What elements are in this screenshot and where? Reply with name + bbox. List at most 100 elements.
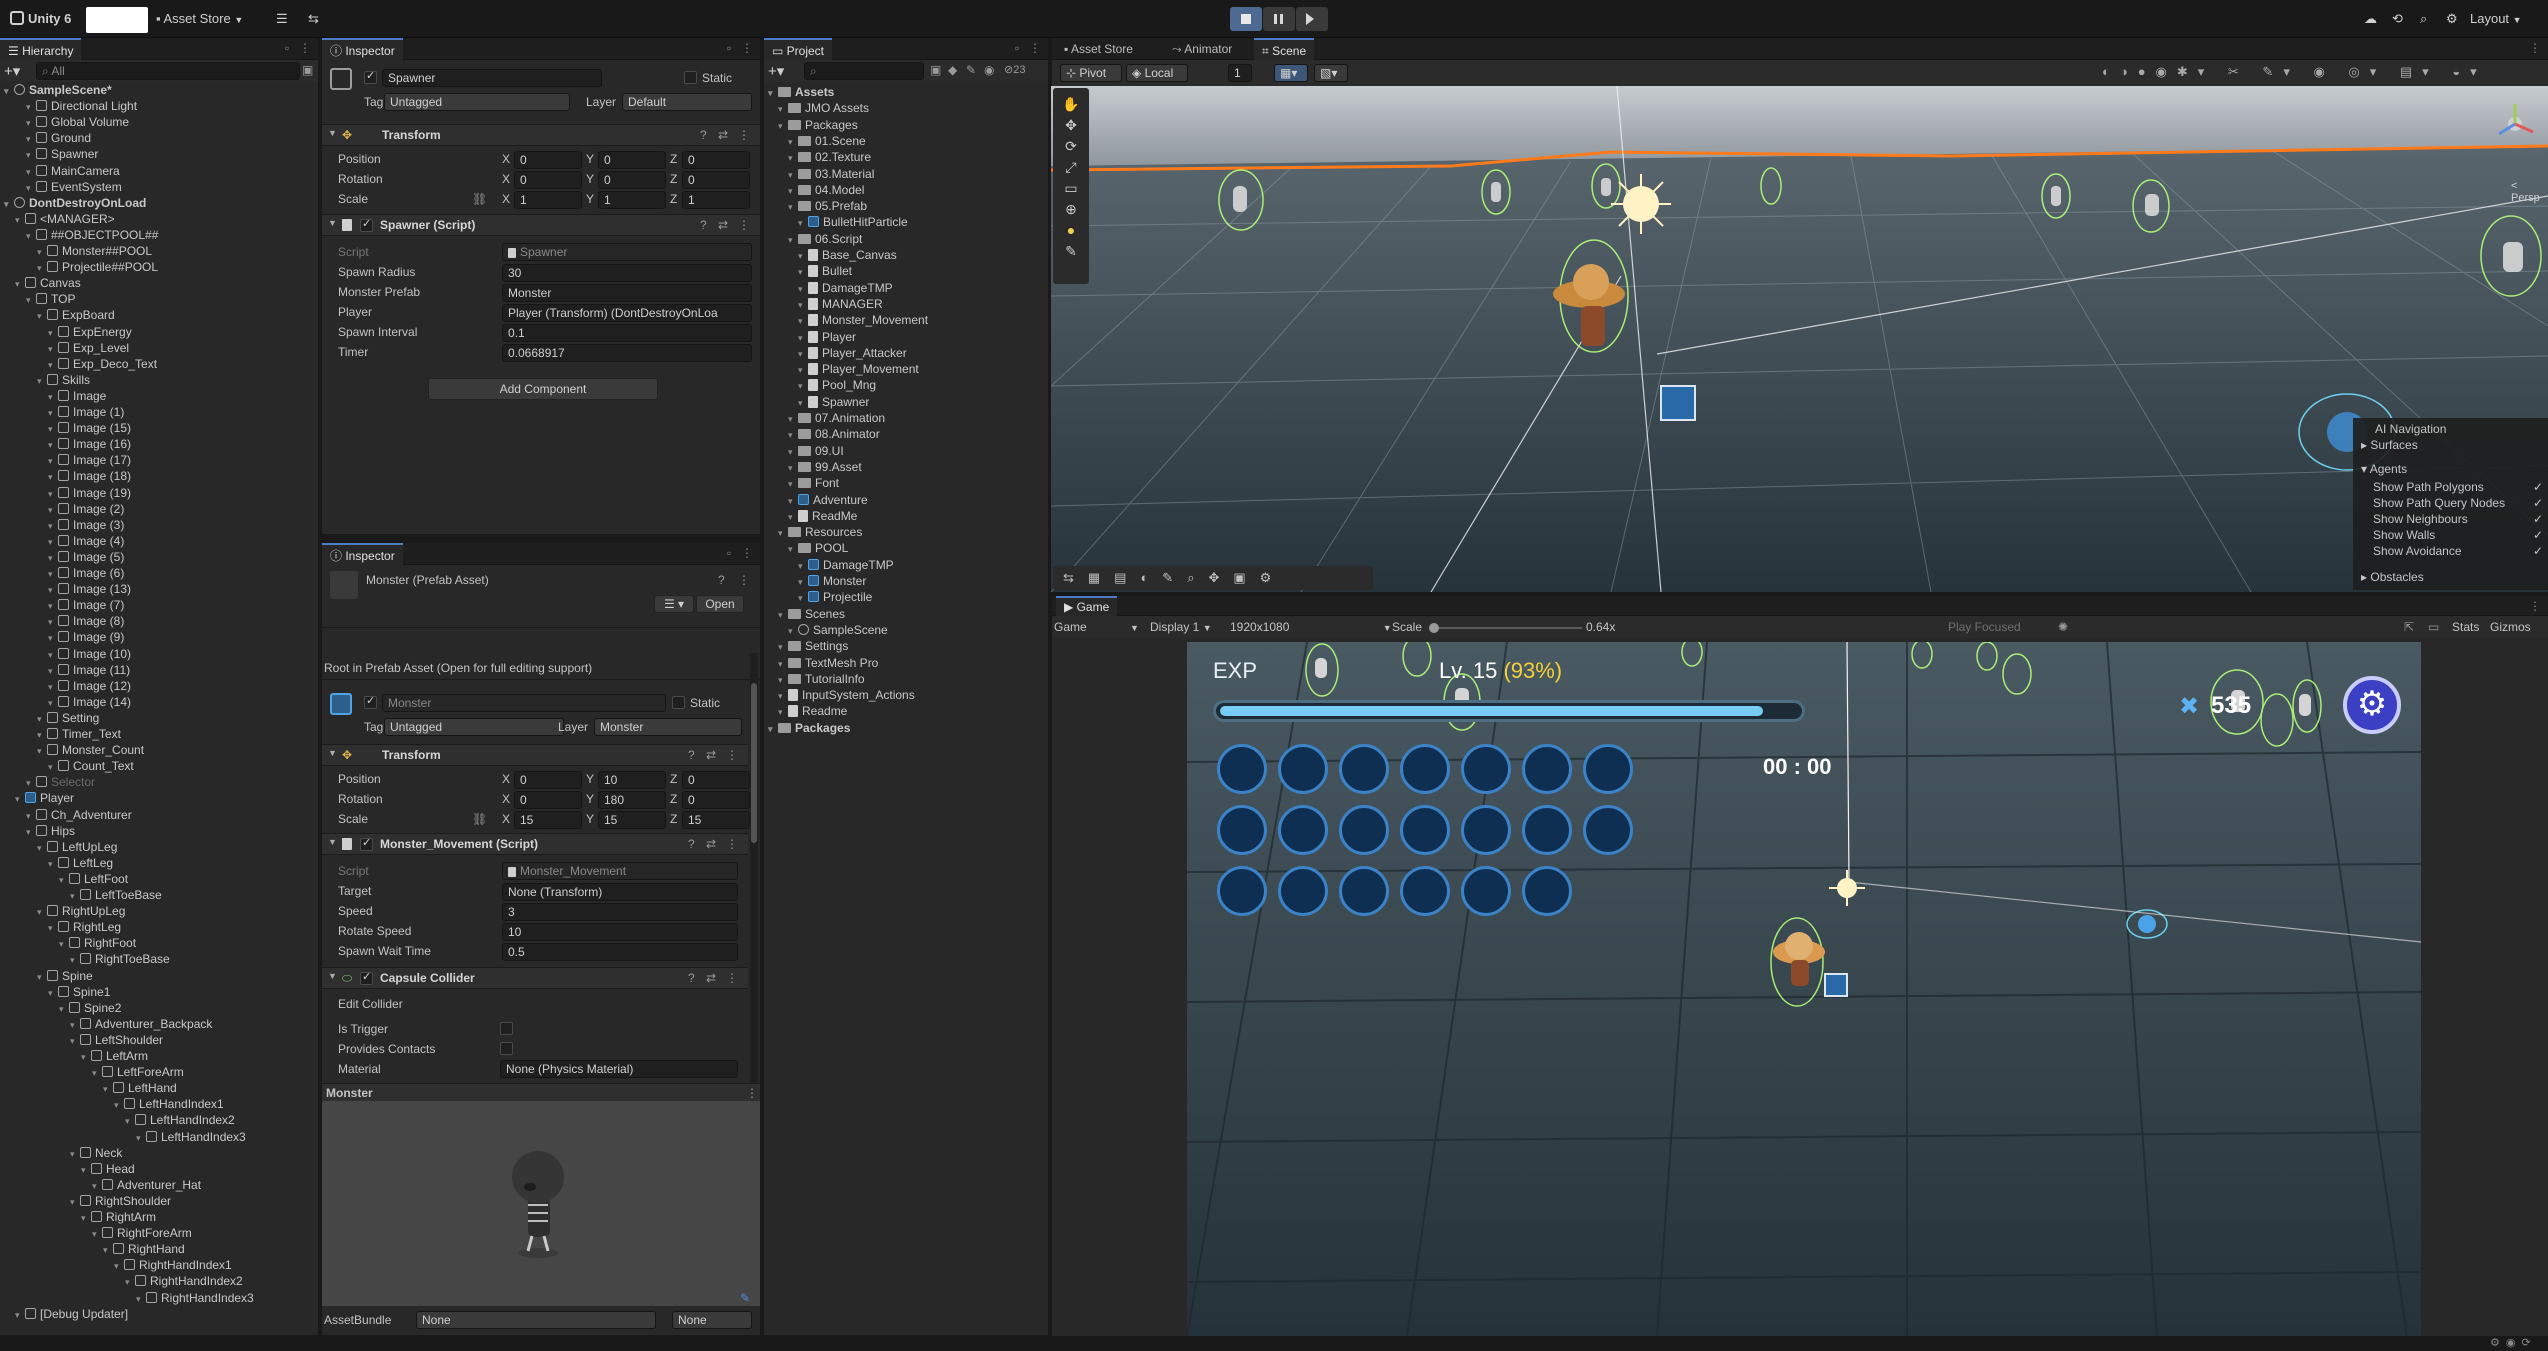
lock-icon[interactable]: ▫ [280, 41, 294, 55]
expand-arrow-icon[interactable]: ▾ [798, 590, 808, 606]
tree-row[interactable]: ▾ RightHand [103, 1241, 318, 1257]
tree-row[interactable]: ▾ Player [15, 790, 318, 806]
expand-arrow-icon[interactable]: ▾ [788, 411, 798, 427]
component-enabled-checkbox[interactable] [360, 836, 373, 851]
expand-arrow-icon[interactable]: ▾ [48, 566, 58, 582]
tree-row[interactable]: ▾ MainCamera [26, 163, 318, 179]
step-button[interactable] [1296, 7, 1328, 31]
property-field[interactable]: 0.5 [502, 943, 738, 961]
component-enabled-checkbox[interactable] [360, 970, 373, 985]
tree-row[interactable]: ▾ Selector [26, 774, 318, 790]
expand-arrow-icon[interactable]: ▾ [48, 486, 58, 502]
resolution-dropdown[interactable]: 1920x1080 ▼ [1230, 620, 1392, 634]
expand-arrow-icon[interactable]: ▾ [59, 936, 69, 952]
expand-arrow-icon[interactable]: ▾ [81, 1210, 91, 1226]
tree-row[interactable]: ▾ Global Volume [26, 114, 318, 130]
game-mode-dropdown[interactable]: Game ▼ [1054, 620, 1139, 634]
expand-arrow-icon[interactable]: ▾ [48, 695, 58, 711]
tree-row[interactable]: ▾ Font [788, 475, 1048, 491]
static-checkbox[interactable] [684, 71, 697, 84]
help-icon[interactable]: ? [700, 128, 707, 142]
expand-arrow-icon[interactable]: ▾ [798, 330, 808, 346]
expand-arrow-icon[interactable]: ▾ [81, 1049, 91, 1065]
tree-row[interactable]: ▾ Packages [778, 117, 1048, 133]
transform-rotation-z-field[interactable]: 0 [682, 171, 750, 189]
expand-arrow-icon[interactable]: ▾ [48, 325, 58, 341]
more-options-icon[interactable]: ⋮ [726, 971, 738, 985]
tree-row[interactable]: ▾ Timer_Text [37, 726, 318, 742]
help-icon[interactable]: ? [718, 573, 725, 587]
expand-arrow-icon[interactable]: ▾ [37, 373, 47, 389]
skill-slot[interactable] [1339, 744, 1389, 794]
expand-arrow-icon[interactable]: ▾ [26, 228, 36, 244]
pause-button[interactable] [1263, 7, 1295, 31]
expand-arrow-icon[interactable]: ▾ [59, 1001, 69, 1017]
gizmos-dropdown[interactable]: Gizmos [2490, 620, 2531, 634]
expand-arrow-icon[interactable]: ▾ [70, 1146, 80, 1162]
expand-arrow-icon[interactable]: ▾ [778, 639, 788, 655]
tree-row[interactable]: ▾ POOL [788, 540, 1048, 556]
preset-icon[interactable]: ⇄ [718, 218, 728, 232]
tree-row[interactable]: ▾ Ch_Adventurer [26, 807, 318, 823]
material-field[interactable]: None (Physics Material) [500, 1060, 738, 1078]
scene-gizmo[interactable] [2495, 102, 2535, 142]
transform-rotation-y-field[interactable]: 180 [598, 791, 666, 809]
overlay-tool-icons[interactable]: ⇆▦▤◐✎⌕✥▣⚙ [1063, 570, 1285, 585]
expand-arrow-icon[interactable]: ▾ [26, 115, 36, 131]
expand-arrow-icon[interactable]: ▾ [778, 101, 788, 117]
expand-arrow-icon[interactable]: ▾ [48, 582, 58, 598]
expand-arrow-icon[interactable]: ▾ [26, 775, 36, 791]
tab-inspector-2[interactable]: ⓘ Inspector [322, 543, 403, 565]
settings-icon[interactable]: ⚙ [2446, 7, 2458, 31]
expand-arrow-icon[interactable]: ▾ [768, 85, 778, 101]
tree-row[interactable]: ▾ Image (19) [48, 485, 318, 501]
skill-slot[interactable] [1522, 744, 1572, 794]
tree-row[interactable]: ▾ 05.Prefab [788, 198, 1048, 214]
expand-arrow-icon[interactable]: ▾ [48, 550, 58, 566]
expand-arrow-icon[interactable]: ▾ [48, 598, 58, 614]
local-dropdown[interactable]: ◈ Local [1126, 64, 1188, 82]
tree-row[interactable]: ▾ LeftArm [81, 1048, 318, 1064]
account-avatar[interactable] [86, 7, 148, 33]
tree-row[interactable]: ▾ BulletHitParticle [798, 214, 1048, 230]
tree-row[interactable]: ▾ Player_Movement [798, 361, 1048, 377]
nav-option[interactable]: Show Path Query Nodes ✓ [2373, 496, 2543, 510]
skill-slot[interactable] [1461, 744, 1511, 794]
transform-rotation-x-field[interactable]: 0 [514, 791, 582, 809]
skill-slot[interactable] [1522, 805, 1572, 855]
tree-row[interactable]: ▾ ExpEnergy [48, 324, 318, 340]
expand-arrow-icon[interactable]: ▾ [70, 1194, 80, 1210]
tree-row[interactable]: ▾ 02.Texture [788, 149, 1048, 165]
skill-slot[interactable] [1400, 744, 1450, 794]
property-field[interactable]: 10 [502, 923, 738, 941]
expand-arrow-icon[interactable]: ▾ [92, 1178, 102, 1194]
tree-row[interactable]: ▾ 08.Animator [788, 426, 1048, 442]
mute-audio-icon[interactable]: ✺ [2058, 620, 2068, 634]
tree-row[interactable]: ▾ Image (6) [48, 565, 318, 581]
skill-slot[interactable] [1400, 866, 1450, 916]
component-enabled-checkbox[interactable] [360, 217, 373, 232]
expand-arrow-icon[interactable]: ▾ [26, 164, 36, 180]
expand-arrow-icon[interactable]: ▾ [788, 444, 798, 460]
expand-arrow-icon[interactable]: ▾ [136, 1291, 146, 1307]
tree-row[interactable]: ▾ Directional Light [26, 98, 318, 114]
expand-arrow-icon[interactable]: ▾ [59, 872, 69, 888]
transform-header-2[interactable]: ▼ ✥ Transform ? ⇄ ⋮ [322, 744, 748, 766]
expand-arrow-icon[interactable]: ▾ [798, 297, 808, 313]
preset-icon[interactable]: ⇄ [706, 971, 716, 985]
more-options-icon[interactable]: ⋮ [1028, 41, 1042, 55]
tree-row[interactable]: ▾ Skills [37, 372, 318, 388]
transform-position-x-field[interactable]: 0 [514, 151, 582, 169]
tree-row[interactable]: ▾ ##OBJECTPOOL## [26, 227, 318, 243]
expand-arrow-icon[interactable]: ▾ [26, 808, 36, 824]
skill-slot[interactable] [1278, 744, 1328, 794]
assetbundle-variant-dropdown[interactable]: None [672, 1311, 752, 1329]
tree-row[interactable]: ▾ RightUpLeg [37, 903, 318, 919]
skill-slot[interactable] [1400, 805, 1450, 855]
tree-row[interactable]: ▾ Adventure [788, 492, 1048, 508]
tab-project[interactable]: ▭ Project [764, 38, 833, 60]
tree-row[interactable]: ▾ Bullet [798, 263, 1048, 279]
tree-row[interactable]: ▾ 04.Model [788, 182, 1048, 198]
expand-arrow-icon[interactable]: ▾ [778, 656, 788, 672]
grid-snap-toggle[interactable]: ▦▾ [1274, 64, 1308, 82]
